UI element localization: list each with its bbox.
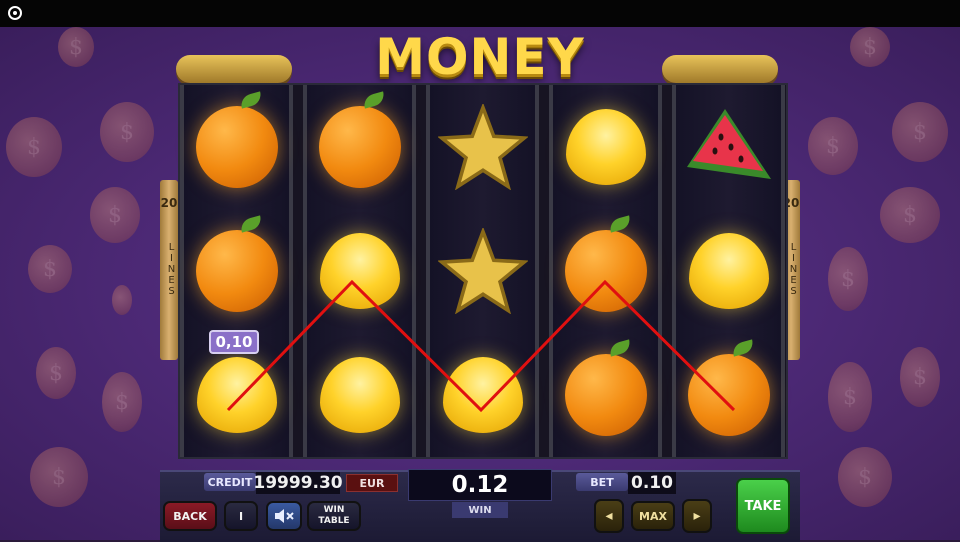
arrow-right-icon: ▸ <box>693 508 701 524</box>
win-value: 0.12 <box>408 469 552 501</box>
back-button[interactable]: BACK <box>163 501 217 531</box>
win-line-path <box>226 279 736 413</box>
win-table-button[interactable]: WIN TABLE <box>307 501 361 531</box>
currency-badge: EUR <box>346 474 398 492</box>
take-button[interactable]: TAKE <box>736 478 790 534</box>
bet-value: 0.10 <box>628 472 676 494</box>
line-win-amount: 0,10 <box>209 330 259 354</box>
bet-label: BET <box>576 473 628 491</box>
win-label: WIN <box>452 502 508 518</box>
bet-increase-button[interactable]: ▸ <box>682 499 712 533</box>
speaker-muted-icon <box>275 509 294 523</box>
info-button[interactable]: I <box>224 501 258 531</box>
mute-button[interactable] <box>266 501 302 531</box>
win-line <box>226 279 736 413</box>
arrow-left-icon: ◂ <box>605 508 613 524</box>
bet-decrease-button[interactable]: ◂ <box>594 499 624 533</box>
max-bet-button[interactable]: MAX <box>631 501 675 531</box>
credit-value: 19999.30 <box>253 472 343 494</box>
credit-label: CREDIT <box>204 473 256 491</box>
win-table-label-line2: TABLE <box>318 516 350 526</box>
win-table-label-line1: WIN <box>323 505 345 515</box>
